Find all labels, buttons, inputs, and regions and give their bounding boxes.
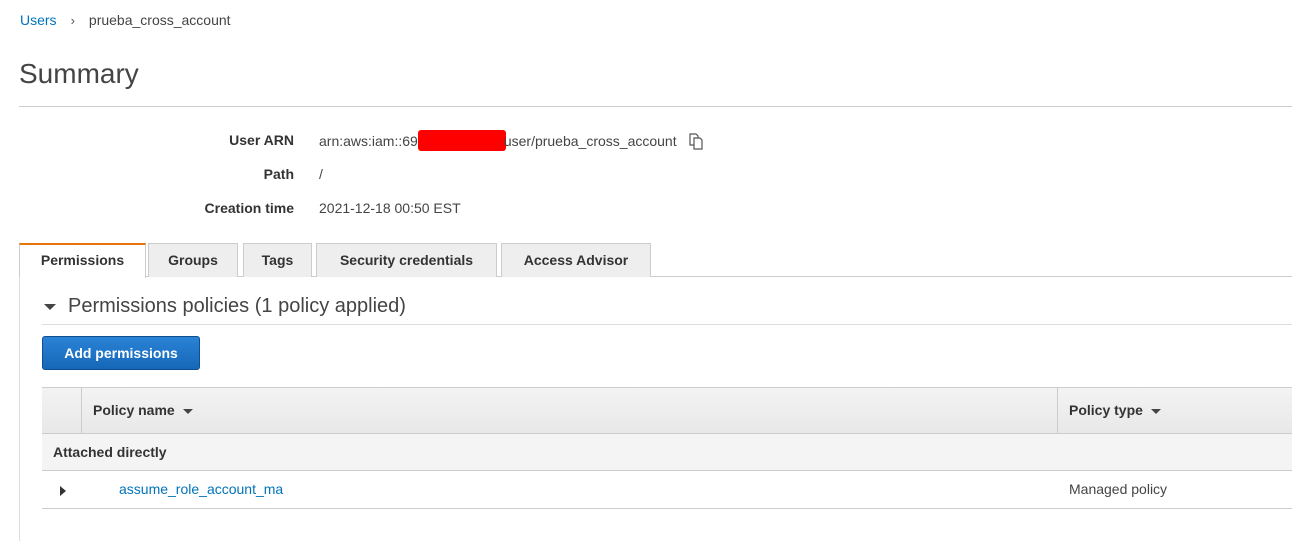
path-value: / (319, 166, 323, 182)
sort-caret-icon (1150, 408, 1161, 414)
tab-permissions[interactable]: Permissions (19, 243, 146, 278)
copy-icon[interactable] (687, 132, 705, 150)
section-divider (42, 324, 1292, 325)
table-header: Policy name Policy type (42, 387, 1292, 434)
breadcrumb: Users › prueba_cross_account (20, 12, 231, 28)
creation-time-value: 2021-12-18 00:50 EST (319, 200, 461, 216)
creation-time-label: Creation time (204, 200, 294, 216)
creation-time-row: Creation time 2021-12-18 00:50 EST (0, 198, 800, 220)
breadcrumb-separator-icon: › (70, 12, 75, 28)
expand-row-icon[interactable] (60, 486, 66, 496)
column-label: Policy name (93, 402, 175, 418)
title-divider (19, 106, 1292, 107)
column-header-policy-name[interactable]: Policy name (82, 388, 1058, 433)
table-row: assume_role_account_ma Managed policy (42, 471, 1292, 509)
expand-column-header (42, 388, 82, 433)
redaction-block (417, 130, 506, 151)
permissions-policies-header[interactable]: Permissions policies (1 policy applied) (44, 295, 406, 318)
breadcrumb-users-link[interactable]: Users (20, 12, 57, 28)
tab-tags[interactable]: Tags (243, 243, 312, 277)
page-title: Summary (19, 58, 139, 89)
tab-bar: Permissions Groups Tags Security credent… (19, 243, 1292, 278)
policy-name-link[interactable]: assume_role_account_ma (119, 481, 283, 497)
section-title: Permissions policies (1 policy applied) (68, 295, 406, 317)
user-arn-label: User ARN (229, 132, 294, 148)
path-label: Path (263, 166, 294, 182)
policy-type: Managed policy (1069, 481, 1168, 497)
user-arn-value: arn:aws:iam::69 user/prueba_cross_accoun… (319, 130, 705, 151)
user-arn-suffix: user/prueba_cross_account (503, 132, 677, 149)
sort-caret-icon (182, 408, 193, 414)
tab-groups[interactable]: Groups (148, 243, 238, 277)
add-permissions-button[interactable]: Add permissions (42, 336, 200, 370)
collapse-caret-icon[interactable] (44, 303, 56, 310)
user-arn-prefix: arn:aws:iam::69 (319, 132, 418, 149)
column-header-policy-type[interactable]: Policy type (1058, 388, 1161, 433)
tab-panel-border (19, 277, 20, 541)
tab-access-advisor[interactable]: Access Advisor (501, 243, 651, 277)
breadcrumb-current: prueba_cross_account (88, 12, 231, 28)
group-row-attached-directly: Attached directly (42, 434, 1292, 471)
policies-table: Policy name Policy type Attached directl… (42, 387, 1292, 509)
user-arn-row: User ARN arn:aws:iam::69 user/prueba_cro… (0, 130, 800, 152)
tab-security-credentials[interactable]: Security credentials (316, 243, 497, 277)
column-label: Policy type (1069, 402, 1143, 418)
path-row: Path / (0, 164, 800, 186)
